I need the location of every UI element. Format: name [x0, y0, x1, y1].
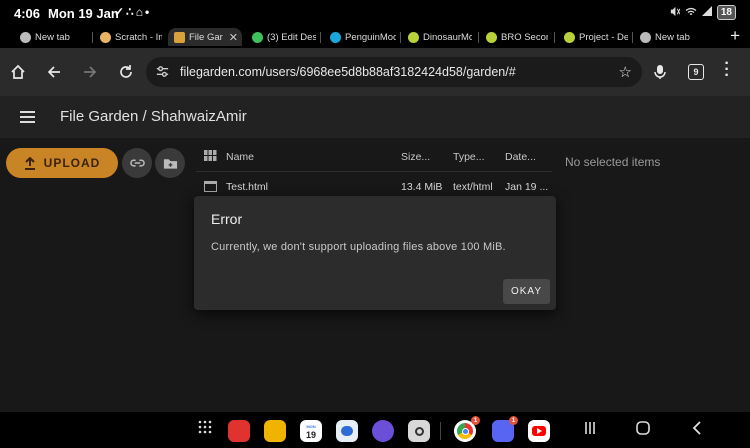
wifi-icon: [685, 6, 697, 20]
camera-app-icon[interactable]: [408, 420, 430, 442]
column-date[interactable]: Date...: [505, 151, 536, 163]
tab-label: Project - De: [579, 31, 628, 43]
grid-view-icon[interactable]: [204, 150, 217, 164]
column-name[interactable]: Name: [226, 151, 254, 163]
browser-toolbar: filegarden.com/users/6968ee5d8b88af31824…: [0, 48, 750, 96]
scratch-icon: [100, 31, 111, 43]
chrome-icon: [640, 31, 651, 43]
home-icon[interactable]: [6, 60, 30, 84]
address-bar[interactable]: filegarden.com/users/6968ee5d8b88af31824…: [146, 57, 642, 87]
browser-app-icon[interactable]: [372, 420, 394, 442]
tab-label: PenguinMod: [345, 31, 396, 43]
discord-app-icon[interactable]: 1: [492, 416, 518, 442]
close-tab-icon[interactable]: ✕: [229, 31, 238, 44]
forward-arrow-icon[interactable]: [78, 60, 102, 84]
file-date: Jan 19 ...: [505, 181, 549, 193]
upload-label: UPLOAD: [43, 156, 101, 170]
tab-dinosaurmod[interactable]: DinosaurMod: [408, 28, 472, 46]
file-type: text/html: [453, 181, 493, 193]
back-nav-icon[interactable]: [692, 421, 702, 439]
tab-label: DinosaurMod: [423, 31, 472, 43]
reload-icon[interactable]: [114, 60, 138, 84]
microphone-icon[interactable]: [648, 60, 672, 84]
more-menu-icon[interactable]: · · ·: [724, 56, 730, 84]
column-size[interactable]: Size...: [401, 151, 430, 163]
notes-app-icon[interactable]: [228, 420, 250, 442]
upload-button[interactable]: UPLOAD: [6, 148, 118, 178]
file-size: 13.4 MiB: [401, 181, 443, 193]
tab-label: New tab: [35, 31, 70, 43]
calendar-app-icon[interactable]: MON 19: [300, 420, 322, 442]
tab-label: New tab: [655, 31, 690, 43]
new-tab-plus-icon[interactable]: +: [730, 26, 740, 46]
tab-switcher-button[interactable]: 9: [688, 64, 704, 80]
details-panel-empty-text: No selected items: [565, 155, 661, 169]
site-settings-icon[interactable]: [155, 64, 170, 84]
file-table: Name Size... Type... Date... Test.html 1…: [196, 142, 552, 200]
dinosaurmod-icon: [408, 31, 419, 43]
tab-new-tab-1[interactable]: New tab: [20, 28, 92, 46]
files-app-icon[interactable]: [264, 420, 286, 442]
dinosaurmod-icon: [564, 31, 575, 43]
chrome-badge: 1: [471, 416, 480, 425]
discord-badge: 1: [509, 416, 518, 425]
app-bar: File Garden / ShahwaizAmir: [0, 96, 750, 138]
signal-icon: [701, 6, 712, 19]
tab-label: (3) Edit Des: [267, 31, 316, 43]
tab-bro-second[interactable]: BRO Secon: [486, 28, 548, 46]
browser-tab-strip: New tab Scratch - Im File Gar ✕ (3) Edit…: [0, 26, 750, 48]
error-dialog: Error Currently, we don't support upload…: [194, 196, 556, 310]
lightning-icon: [252, 31, 263, 43]
android-taskbar: MON 19 1 1: [0, 412, 750, 448]
link-button[interactable]: [122, 148, 152, 178]
date: Mon 19 Jan: [48, 6, 119, 21]
mute-icon: [669, 6, 681, 20]
dinosaurmod-icon: [486, 31, 497, 43]
link-icon: [129, 159, 145, 167]
dialog-title: Error: [211, 211, 243, 227]
notification-icons: ✓∴⌂•: [114, 5, 152, 19]
battery-icon: 18: [716, 5, 736, 20]
new-folder-button[interactable]: [155, 148, 185, 178]
file-garden-icon: [174, 31, 185, 43]
penguinmod-icon: [330, 31, 341, 43]
system-icons: 18: [669, 5, 736, 20]
chrome-icon: [20, 31, 31, 43]
tab-scratch[interactable]: Scratch - Im: [100, 28, 162, 46]
html-file-icon: [204, 181, 217, 195]
bookmark-star-icon[interactable]: ☆: [619, 63, 632, 81]
calendar-day: 19: [305, 430, 316, 440]
okay-button[interactable]: OKAY: [503, 279, 550, 304]
tab-project[interactable]: Project - De: [564, 28, 628, 46]
messages-app-icon[interactable]: [336, 420, 358, 442]
tab-label: BRO Secon: [501, 31, 548, 43]
tab-file-garden[interactable]: File Gar ✕: [168, 28, 242, 46]
dialog-message: Currently, we don't support uploading fi…: [211, 241, 506, 253]
new-folder-icon: [163, 158, 177, 169]
home-nav-icon[interactable]: [636, 421, 650, 439]
hamburger-menu-icon[interactable]: [20, 111, 35, 123]
recent-apps-icon[interactable]: [584, 421, 596, 439]
tab-label: File Gar: [189, 31, 223, 43]
back-arrow-icon[interactable]: [42, 60, 66, 84]
url-text: filegarden.com/users/6968ee5d8b88af31824…: [180, 65, 516, 79]
system-status-bar: 4:06 Mon 19 Jan ✓∴⌂• 18: [0, 0, 750, 26]
tab-penguinmod[interactable]: PenguinMod: [330, 28, 396, 46]
chrome-app-icon[interactable]: 1: [454, 416, 480, 442]
tab-new-tab-2[interactable]: New tab: [640, 28, 708, 46]
table-header: Name Size... Type... Date...: [196, 142, 552, 172]
column-type[interactable]: Type...: [453, 151, 485, 163]
file-name: Test.html: [226, 181, 269, 193]
tab-edit-design[interactable]: (3) Edit Des: [252, 28, 316, 46]
youtube-app-icon[interactable]: [528, 420, 550, 442]
page-title: File Garden / ShahwaizAmir: [60, 108, 247, 125]
tab-label: Scratch - Im: [115, 31, 162, 43]
app-drawer-icon[interactable]: [198, 420, 212, 438]
clock: 4:06: [14, 6, 41, 21]
upload-arrow-icon: [24, 156, 35, 170]
